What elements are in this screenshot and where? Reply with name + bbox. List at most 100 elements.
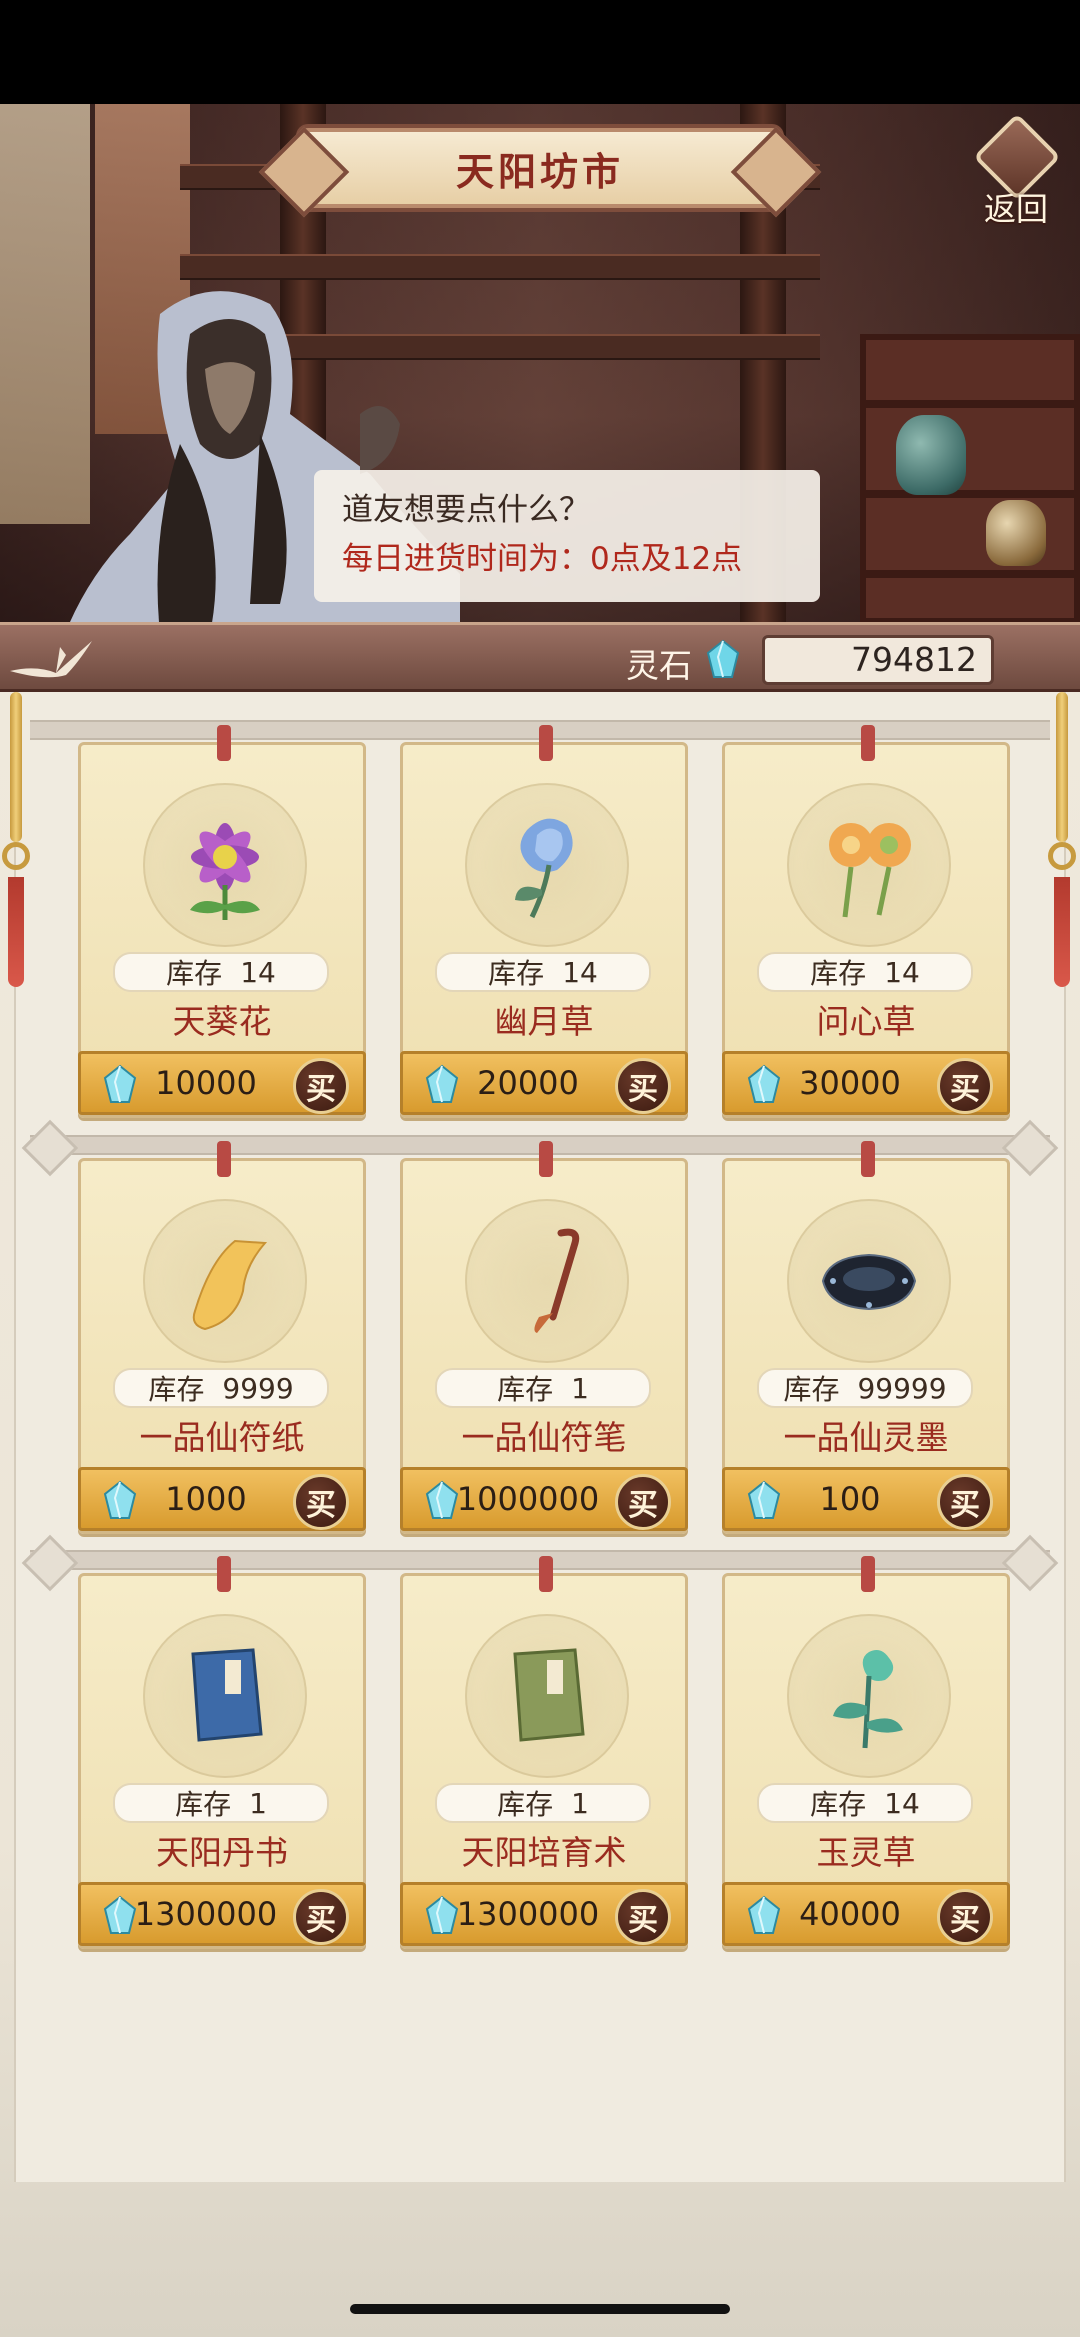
item-name: 一品仙符笔 <box>461 1418 627 1457</box>
item-name: 一品仙符纸 <box>139 1418 305 1457</box>
item-name: 一品仙灵墨 <box>783 1418 949 1457</box>
price-bar: 1000 买 <box>78 1467 366 1531</box>
card-hook <box>861 1556 875 1592</box>
jade-herb-icon <box>833 1650 903 1749</box>
card-hook <box>217 725 231 761</box>
shop-item-card[interactable]: 库存 14 天葵花 10000 买 <box>78 725 366 1118</box>
price-bar: 1300000 买 <box>78 1882 366 1946</box>
talisman-paper-icon <box>192 1239 268 1331</box>
currency-label: 灵石 <box>626 646 692 685</box>
buy-button[interactable]: 买 <box>937 1058 993 1114</box>
price-bar: 10000 买 <box>78 1051 366 1115</box>
buy-button[interactable]: 买 <box>615 1889 671 1945</box>
item-price: 30000 <box>799 1064 901 1102</box>
item-price: 10000 <box>155 1064 257 1102</box>
stock-badge: 库存 1 <box>435 1368 651 1408</box>
shop-item-card[interactable]: 库存 1 一品仙符笔 1000000 买 <box>400 1141 688 1534</box>
stock-badge: 库存 9999 <box>113 1368 329 1408</box>
brush-icon <box>534 1228 580 1333</box>
shop-item-card[interactable]: 库存 14 幽月草 20000 买 <box>400 725 688 1118</box>
price-bar: 40000 买 <box>722 1882 1010 1946</box>
npc-dialog-box: 道友想要点什么？ 每日进货时间为：0点及12点 <box>314 470 820 602</box>
item-name: 玉灵草 <box>816 1833 916 1872</box>
spirit-stone-icon <box>706 639 740 678</box>
blue-book-icon <box>191 1648 263 1742</box>
orange-flower-icon <box>829 823 911 918</box>
stock-badge: 库存 1 <box>435 1783 651 1823</box>
stock-label: 库存 <box>783 1373 840 1406</box>
item-price: 100 <box>819 1480 881 1518</box>
dialog-greeting: 道友想要点什么？ <box>342 492 590 528</box>
card-hook <box>861 1141 875 1177</box>
stock-label: 库存 <box>497 1788 554 1821</box>
stock-count: 14 <box>884 1786 920 1820</box>
stock-label: 库存 <box>810 957 867 990</box>
display-shelf <box>860 334 1080 624</box>
stock-badge: 库存 14 <box>757 952 973 992</box>
purple-flower-icon <box>190 823 260 920</box>
home-indicator[interactable] <box>350 2304 730 2314</box>
item-price: 1000000 <box>456 1480 600 1518</box>
crane-ornament-icon <box>10 641 92 678</box>
item-price: 20000 <box>477 1064 579 1102</box>
item-name: 天阳培育术 <box>461 1833 627 1872</box>
back-button-label: 返回 <box>983 190 1048 228</box>
card-hook <box>217 1556 231 1592</box>
item-name: 天阳丹书 <box>156 1833 288 1872</box>
stock-count: 14 <box>240 955 276 989</box>
buy-button[interactable]: 买 <box>615 1058 671 1114</box>
price-bar: 30000 买 <box>722 1051 1010 1115</box>
shop-item-card[interactable]: 库存 1 天阳丹书 1300000 买 <box>78 1556 366 1949</box>
stock-count: 14 <box>884 955 920 989</box>
item-price: 1300000 <box>456 1895 600 1933</box>
buy-button[interactable]: 买 <box>937 1474 993 1530</box>
price-bar: 20000 买 <box>400 1051 688 1115</box>
page-title: 天阳坊市 <box>455 149 624 194</box>
stock-count: 1 <box>571 1786 589 1820</box>
stock-label: 库存 <box>166 957 223 990</box>
buy-button[interactable]: 买 <box>937 1889 993 1945</box>
blue-flower-icon <box>515 818 573 919</box>
dialog-restock-notice: 每日进货时间为：0点及12点 <box>342 541 743 577</box>
right-tassel-ornament <box>1048 692 1076 1002</box>
stock-badge: 库存 14 <box>757 1783 973 1823</box>
stock-count: 99999 <box>857 1371 947 1405</box>
shop-item-card[interactable]: 库存 14 玉灵草 40000 买 <box>722 1556 1010 1949</box>
card-hook <box>539 725 553 761</box>
item-price: 40000 <box>799 1895 901 1933</box>
shop-item-card[interactable]: 库存 99999 一品仙灵墨 100 买 <box>722 1141 1010 1534</box>
stock-count: 9999 <box>222 1371 294 1405</box>
stock-label: 库存 <box>148 1373 205 1406</box>
card-hook <box>539 1556 553 1592</box>
item-price: 1300000 <box>134 1895 278 1933</box>
card-hook <box>217 1141 231 1177</box>
price-bar: 1300000 买 <box>400 1882 688 1946</box>
stock-count: 1 <box>571 1371 589 1405</box>
stock-count: 14 <box>562 955 598 989</box>
back-button[interactable]: 返回 <box>962 113 1070 230</box>
stock-badge: 库存 14 <box>113 952 329 992</box>
stock-count: 1 <box>249 1786 267 1820</box>
stock-label: 库存 <box>497 1373 554 1406</box>
item-name: 问心草 <box>816 1002 916 1041</box>
currency-amount: 794812 <box>762 635 994 685</box>
buy-button[interactable]: 买 <box>615 1474 671 1530</box>
item-price: 1000 <box>165 1480 247 1518</box>
buy-button[interactable]: 买 <box>293 1889 349 1945</box>
inkstone-icon <box>821 1253 917 1311</box>
shop-title-banner: 天阳坊市 <box>300 128 780 208</box>
card-hook <box>861 725 875 761</box>
buy-button[interactable]: 买 <box>293 1058 349 1114</box>
left-tassel-ornament <box>2 692 30 1002</box>
buy-button[interactable]: 买 <box>293 1474 349 1530</box>
stock-label: 库存 <box>175 1788 232 1821</box>
item-name: 幽月草 <box>494 1002 594 1041</box>
shop-item-card[interactable]: 库存 9999 一品仙符纸 1000 买 <box>78 1141 366 1534</box>
card-hook <box>539 1141 553 1177</box>
shop-item-card[interactable]: 库存 14 问心草 30000 买 <box>722 725 1010 1118</box>
shop-screen: 道友想要点什么？ 每日进货时间为：0点及12点 天阳坊市 返回 灵石 79481… <box>0 0 1080 2337</box>
shop-item-card[interactable]: 库存 1 天阳培育术 1300000 买 <box>400 1556 688 1949</box>
price-bar: 1000000 买 <box>400 1467 688 1531</box>
green-book-icon <box>513 1648 585 1742</box>
stock-badge: 库存 1 <box>113 1783 329 1823</box>
